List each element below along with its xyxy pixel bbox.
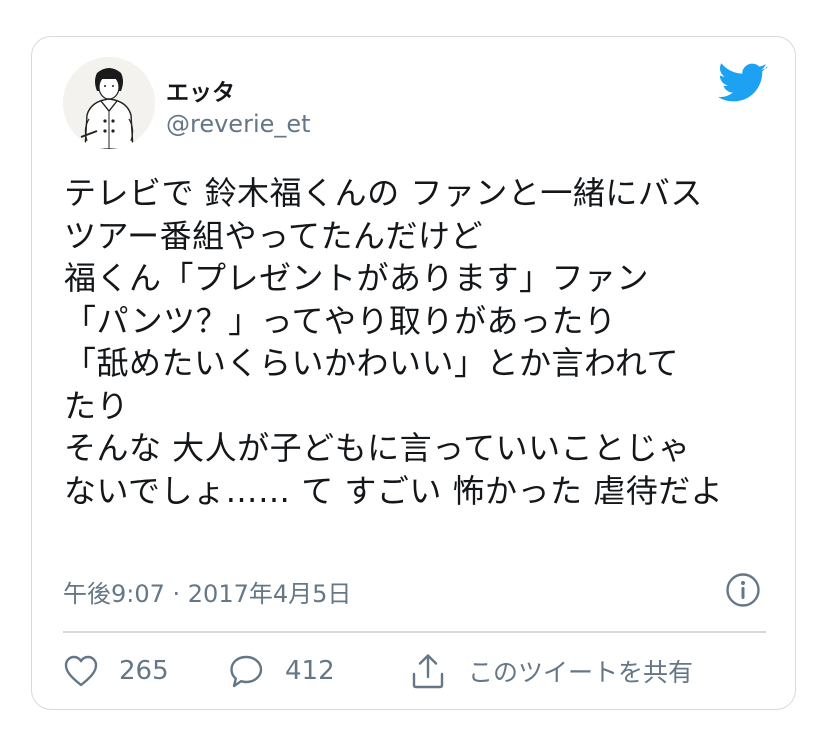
twitter-bird-icon[interactable] [718, 63, 768, 105]
comment-icon [229, 653, 265, 689]
tweet-line: ないでしょ…… て すごい 怖かった 虐待だよ [64, 471, 724, 510]
tweet-line: 「舐めたいくらいかわいい」とか言われて [64, 344, 679, 382]
reply-count: 412 [285, 656, 335, 686]
tweet-line: 「パンツ？」ってやり取りがあったり [64, 301, 617, 340]
tweet-timestamp[interactable]: 午後9:07 · 2017年4月5日 [63, 574, 351, 609]
like-count: 265 [119, 656, 169, 686]
display-name[interactable]: エッタ [166, 73, 235, 107]
info-icon[interactable] [725, 572, 761, 608]
action-bar: 265 412 このツイートを共有 [63, 649, 766, 693]
divider [63, 631, 766, 633]
tweet-line: テレビで 鈴木福くんの ファンと一緒にバス [64, 174, 703, 212]
tweet-card: エッタ @reverie_et テレビで 鈴木福くんの ファンと一緒にバス ツア… [31, 36, 796, 710]
share-button[interactable]: このツイートを共有 [410, 649, 693, 693]
share-icon [410, 652, 446, 690]
user-handle[interactable]: @reverie_et [166, 110, 311, 138]
heart-icon [63, 654, 99, 688]
share-label: このツイートを共有 [468, 658, 694, 687]
tweet-text: テレビで 鈴木福くんの ファンと一緒にバス ツアー番組やってたんだけど 福くん「… [64, 172, 779, 512]
tweet-line: 福くん「プレゼントがあります」ファン [64, 259, 650, 297]
reply-button[interactable]: 412 [229, 649, 335, 693]
avatar[interactable] [63, 57, 155, 149]
tweet-line: ツアー番組やってたんだけど [64, 216, 483, 255]
avatar-illustration [63, 57, 155, 149]
tweet-line: そんな 大人が子どもに言っていいことじゃ [64, 429, 691, 467]
like-button[interactable]: 265 [63, 649, 169, 693]
tweet-line: たり [64, 386, 130, 425]
